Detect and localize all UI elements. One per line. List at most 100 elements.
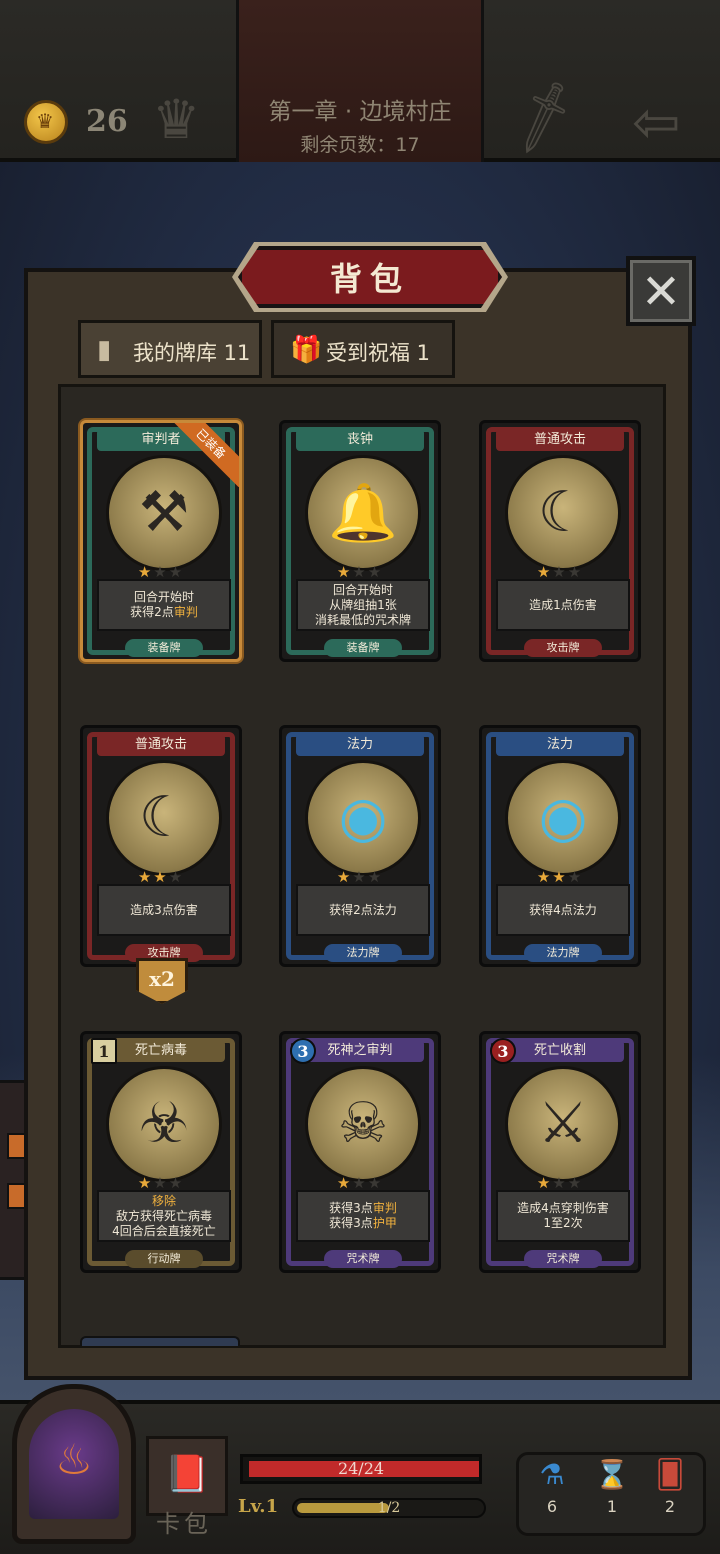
card-description: 获得3点审判 获得3点护甲 — [296, 1190, 430, 1242]
next-row-card-peek — [80, 1336, 240, 1346]
card-description: 获得4点法力 — [496, 884, 630, 936]
desc-line: 从牌组抽1张 — [329, 597, 397, 612]
crown-icon[interactable]: ♛ — [152, 88, 200, 151]
card-description: 移除 敌方获得死亡病毒 4回合后会直接死亡 — [97, 1190, 231, 1242]
card-name: 法力 — [296, 734, 424, 756]
resource-count: 1 — [606, 1497, 618, 1516]
top-bar: 26 ♛ 第一章 · 边境村庄 剩余页数：17 🗡 ⇦ — [0, 0, 720, 162]
desc-text: 获得3点 — [329, 1216, 373, 1230]
deck-card[interactable]: 普通攻击 ☾ ★★★ 造成3点伤害 攻击牌 — [80, 725, 242, 967]
tab-my-deck[interactable]: ▮ 我的牌库 11 — [78, 320, 262, 378]
card-type: 咒术牌 — [324, 1250, 402, 1268]
card-name: 法力 — [496, 734, 624, 756]
resource-hourglass[interactable]: ⌛ 1 — [584, 1458, 640, 1516]
cards-icon: 🂠 — [655, 1458, 685, 1491]
xp-text: 1/2 — [377, 1500, 401, 1516]
deck-card[interactable]: 法力 ◉ ★★★ 获得2点法力 法力牌 — [279, 725, 441, 967]
card-cost: 3 — [290, 1038, 316, 1064]
card-type: 法力牌 — [524, 944, 602, 962]
card-cost: 3 — [490, 1038, 516, 1064]
card-art: ◉ — [305, 760, 421, 876]
hero-avatar: ♨ — [29, 1409, 119, 1519]
card-description: 获得2点法力 — [296, 884, 430, 936]
hp-text: 24/24 — [337, 1459, 385, 1478]
hero-portrait[interactable]: ♨ — [12, 1384, 136, 1544]
card-art: ◉ — [505, 760, 621, 876]
desc-line: 回合开始时 — [133, 590, 194, 604]
xp-bar: 1/2 — [292, 1498, 486, 1518]
card-art: ⚔ — [505, 1066, 621, 1182]
deck-card[interactable]: 法力 ◉ ★★★ 获得4点法力 法力牌 — [479, 725, 641, 967]
desc-line: 获得2点法力 — [329, 902, 397, 917]
desc-line: 敌方获得死亡病毒 — [115, 1208, 212, 1223]
resource-count: 6 — [546, 1497, 558, 1516]
card-art: ⚒ — [106, 455, 222, 571]
card-type: 法力牌 — [324, 944, 402, 962]
gold-count: 26 — [86, 104, 128, 139]
desc-line: 1至2次 — [543, 1216, 583, 1230]
card-art-icon: ☠ — [337, 1091, 389, 1156]
card-type: 行动牌 — [125, 1250, 203, 1268]
card-name: 普通攻击 — [496, 429, 624, 451]
pages-left: 剩余页数：17 — [300, 134, 420, 156]
tab-blessings[interactable]: 🎁 受到祝福 1 — [271, 320, 455, 378]
card-cost: 1 — [91, 1038, 117, 1064]
tab-label: 受到祝福 1 — [326, 341, 431, 365]
desc-text: 获得3点 — [329, 1201, 373, 1215]
chapter-plate: 第一章 · 边境村庄 剩余页数：17 — [236, 0, 484, 162]
card-art: ☣ — [106, 1066, 222, 1182]
desc-line: 回合开始时 — [332, 582, 393, 597]
card-art: ☠ — [305, 1066, 421, 1182]
deck-card[interactable]: 丧钟 🔔 ★★★ 回合开始时 从牌组抽1张 消耗最低的咒术牌 装备牌 — [279, 420, 441, 662]
desc-line: 获得3点护甲 — [298, 1216, 428, 1231]
card-art: ☾ — [106, 760, 222, 876]
card-type: 咒术牌 — [524, 1250, 602, 1268]
resource-count: 2 — [664, 1497, 676, 1516]
desc-line: 造成1点伤害 — [529, 597, 597, 612]
card-art-icon: ☣ — [138, 1091, 190, 1156]
resource-cards[interactable]: 🂠 2 — [642, 1458, 698, 1516]
card-art-icon: ⚒ — [138, 480, 190, 545]
deck-card[interactable]: 普通攻击 ☾ ★★★ 造成1点伤害 攻击牌 — [479, 420, 641, 662]
sword-icon[interactable]: 🗡 — [499, 74, 588, 160]
card-art: 🔔 — [305, 455, 421, 571]
card-name: 丧钟 — [296, 429, 424, 451]
desc-text: 获得2点 — [130, 605, 174, 619]
card-art-icon: 🔔 — [328, 481, 398, 546]
card-art-icon: ⚔ — [537, 1091, 589, 1156]
card-description: 回合开始时 获得2点审判 — [97, 579, 231, 631]
flame-icon: ♨ — [55, 1435, 93, 1484]
gold-coin-icon — [24, 100, 68, 144]
hourglass-icon: ⌛ — [594, 1458, 630, 1491]
desc-keyword: 审判 — [173, 605, 198, 619]
card-art-icon: ☾ — [537, 480, 589, 545]
card-type: 装备牌 — [324, 639, 402, 657]
card-description: 造成1点伤害 — [496, 579, 630, 631]
card-description: 造成3点伤害 — [97, 884, 231, 936]
desc-line: 造成3点伤害 — [130, 902, 198, 917]
card-description: 回合开始时 从牌组抽1张 消耗最低的咒术牌 — [296, 579, 430, 631]
card-count-text: x2 — [149, 967, 175, 991]
potion-icon: ⚗ — [539, 1458, 565, 1491]
deck-card[interactable]: 死亡收割 3 ⚔ ★★★ 造成4点穿刺伤害 1至2次 咒术牌 — [479, 1031, 641, 1273]
card-pack-label: 卡包 — [156, 1510, 212, 1538]
gift-icon: 🎁 — [290, 335, 323, 365]
deck-card[interactable]: 审判者 ⚒ ★★★ 回合开始时 获得2点审判 装备牌 已装备 — [80, 420, 242, 662]
resource-potion[interactable]: ⚗ 6 — [524, 1458, 580, 1516]
card-art-icon: ◉ — [338, 785, 388, 850]
close-button[interactable]: ✕ — [626, 256, 696, 326]
tab-label: 我的牌库 11 — [133, 341, 251, 365]
desc-line: 获得3点审判 — [298, 1201, 428, 1216]
deck-card[interactable]: 死亡病毒 1 ☣ ★★★ 移除 敌方获得死亡病毒 4回合后会直接死亡 行动牌 — [80, 1031, 242, 1273]
card-art: ☾ — [505, 455, 621, 571]
hp-bar: 24/24 — [240, 1454, 482, 1484]
panel-title: 背包 — [329, 260, 410, 298]
deck-card[interactable]: 死神之审判 3 ☠ ★★★ 获得3点审判 获得3点护甲 咒术牌 — [279, 1031, 441, 1273]
desc-line: 获得4点法力 — [529, 902, 597, 917]
card-art-icon: ☾ — [138, 785, 190, 850]
back-arrow-icon[interactable]: ⇦ — [632, 88, 681, 156]
chapter-title: 第一章 · 边境村庄 — [268, 99, 452, 125]
desc-line: 造成4点穿刺伤害 — [517, 1201, 609, 1215]
card-art-icon: ◉ — [538, 785, 588, 850]
card-description: 造成4点穿刺伤害 1至2次 — [496, 1190, 630, 1242]
